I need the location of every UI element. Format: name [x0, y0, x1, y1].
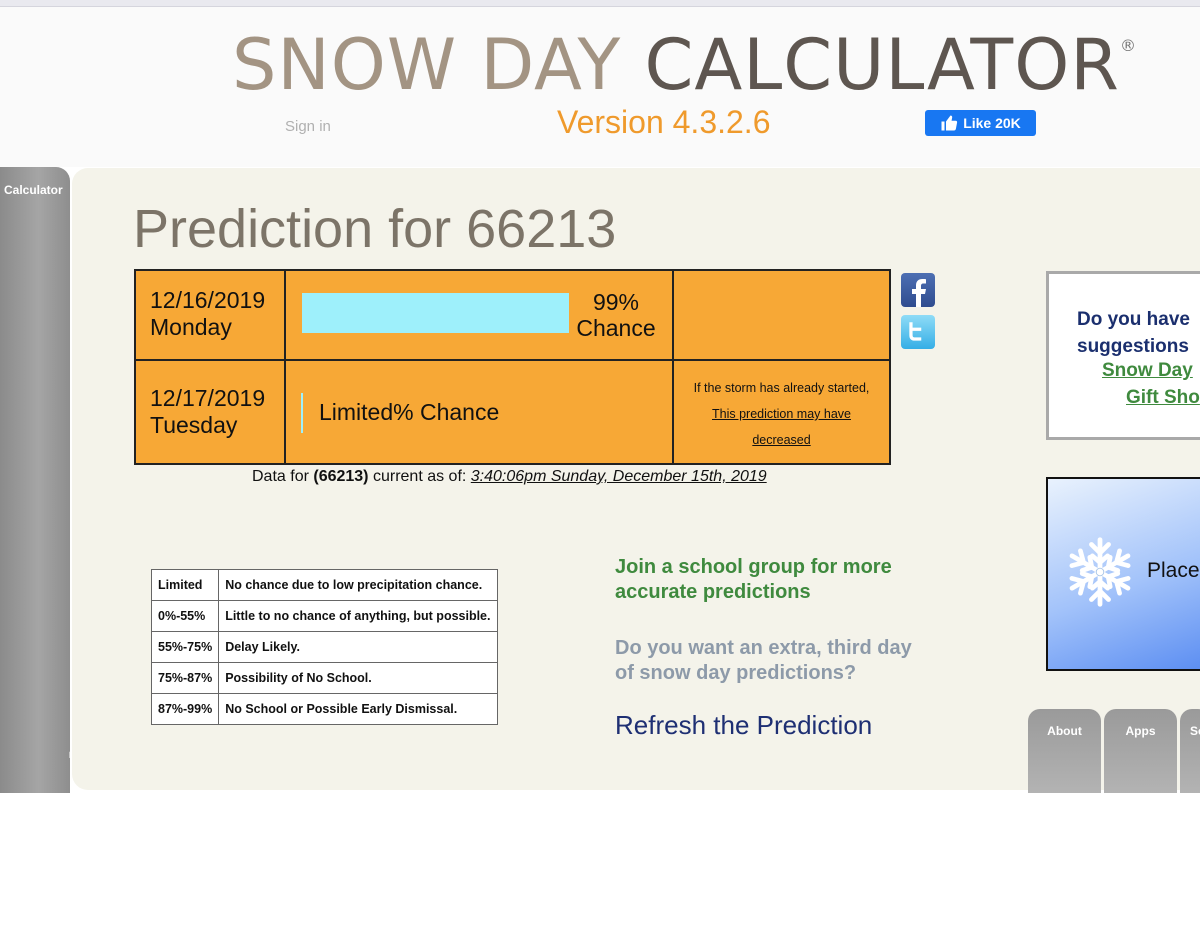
browser-top-edge [0, 0, 1200, 7]
day2-weekday: Tuesday [150, 412, 238, 438]
legend-range: 55%-75% [150, 631, 220, 663]
thumbs-up-icon [941, 115, 958, 131]
join-line-1: Join a school group for more [615, 556, 892, 578]
table-divider [136, 359, 889, 361]
asof-time[interactable]: 3:40:06pm Sunday, December 15th, 2019 [471, 468, 767, 485]
logo-calculator: CALCULATOR [644, 24, 1120, 106]
legend-description: No chance due to low precipitation chanc… [218, 569, 498, 601]
storm-note: If the storm has already started, This p… [674, 375, 889, 453]
version-label: Version 4.3.2.6 [557, 104, 771, 140]
day2-date-cell: 12/17/2019 Tuesday [150, 385, 265, 439]
tab-partial-label: Se [1190, 724, 1200, 738]
table-row: Limited No chance due to low precipitatio… [150, 569, 498, 601]
tab-about-label: About [1047, 724, 1082, 738]
suggest-line-2: suggestions [1077, 336, 1189, 357]
gift-shop-link[interactable]: Snow Day [1102, 360, 1193, 382]
tab-apps[interactable]: Apps [1104, 709, 1177, 793]
gift-shop-link-2[interactable]: Gift Sho [1126, 387, 1200, 409]
third-day-prediction-link[interactable]: Do you want an extra, third day of snow … [615, 636, 912, 686]
day1-chance: 99% Chance [570, 289, 662, 341]
logo-snow-day: SNOW DAY [232, 24, 645, 106]
chance-legend-table: Limited No chance due to low precipitatio… [150, 569, 498, 725]
sidebar-tab-small-label: Calculator [4, 183, 63, 197]
day2-chance: Limited% Chance [319, 399, 500, 425]
legend-description: No School or Possible Early Dismissal. [218, 693, 498, 725]
day2-chance-bar [301, 393, 303, 433]
storm-note-text: If the storm has already started, [693, 381, 870, 395]
legend-description: Delay Likely. [218, 631, 498, 663]
twitter-share-button[interactable] [901, 315, 935, 349]
day1-weekday: Monday [150, 314, 232, 340]
join-school-group-link[interactable]: Join a school group for more accurate pr… [615, 555, 892, 605]
join-line-2: accurate predictions [615, 581, 811, 603]
page-title: Prediction for 66213 [133, 199, 617, 259]
place-text: Place [1147, 559, 1200, 582]
tab-about[interactable]: About [1028, 709, 1101, 793]
asof-zip: (66213) [313, 468, 369, 485]
table-row: 87%-99% No School or Possible Early Dismi… [150, 693, 498, 725]
facebook-like-label: Like 20K [963, 115, 1021, 131]
twitter-icon [909, 322, 922, 341]
day1-date-cell: 12/16/2019 Monday [150, 287, 265, 341]
table-row: 55%-75% Delay Likely. [150, 631, 498, 663]
prediction-table: 12/16/2019 Monday 99% Chance 12/17/2019 … [134, 269, 891, 465]
facebook-like-button[interactable]: Like 20K [925, 110, 1036, 136]
sidebar-tab-calculator[interactable]: Calculator Calculator [0, 167, 138, 947]
table-row: 0%-55% Little to no chance of anything, b… [150, 600, 498, 632]
table-divider [284, 271, 286, 463]
legend-description: Possibility of No School. [218, 662, 498, 694]
tab-apps-label: Apps [1125, 724, 1156, 738]
site-logo[interactable]: SNOW DAY CALCULATOR® [232, 30, 1137, 100]
facebook-icon [912, 279, 926, 307]
table-row: 75%-87% Possibility of No School. [150, 662, 498, 694]
suggestions-box: Do you have suggestions Snow Day Gift Sh… [1046, 271, 1200, 440]
prediction-decreased-link[interactable]: This prediction may have [712, 407, 851, 421]
legend-range: 87%-99% [150, 693, 220, 725]
day1-date: 12/16/2019 [150, 287, 266, 313]
day1-chance-percent: 99% [592, 289, 640, 315]
prediction-decreased-link-2[interactable]: decreased [752, 433, 810, 447]
sign-in-link[interactable]: Sign in [285, 118, 331, 135]
asof-mid: current as of: [368, 468, 471, 485]
registered-mark: ® [1119, 36, 1137, 55]
data-timestamp: Data for (66213) current as of: 3:40:06p… [252, 468, 767, 486]
snowflake-icon [1062, 537, 1138, 610]
place-ad-box[interactable]: Place [1046, 477, 1200, 671]
day1-chance-bar [302, 293, 569, 333]
tab-partial[interactable]: Se [1180, 709, 1200, 793]
day2-date: 12/17/2019 [150, 385, 266, 411]
legend-description: Little to no chance of anything, but pos… [218, 600, 498, 632]
extra-line-1: Do you want an extra, third day [615, 637, 912, 659]
legend-range: Limited [150, 569, 220, 601]
asof-prefix: Data for [252, 468, 314, 485]
legend-range: 75%-87% [150, 662, 220, 694]
suggest-line-1: Do you have [1077, 309, 1190, 330]
extra-line-2: of snow day predictions? [615, 662, 857, 684]
suggestions-question: Do you have suggestions [1077, 306, 1190, 360]
legend-range: 0%-55% [150, 600, 220, 632]
day1-chance-word: Chance [576, 315, 656, 341]
facebook-share-button[interactable] [901, 273, 935, 307]
refresh-prediction-link[interactable]: Refresh the Prediction [615, 710, 872, 741]
